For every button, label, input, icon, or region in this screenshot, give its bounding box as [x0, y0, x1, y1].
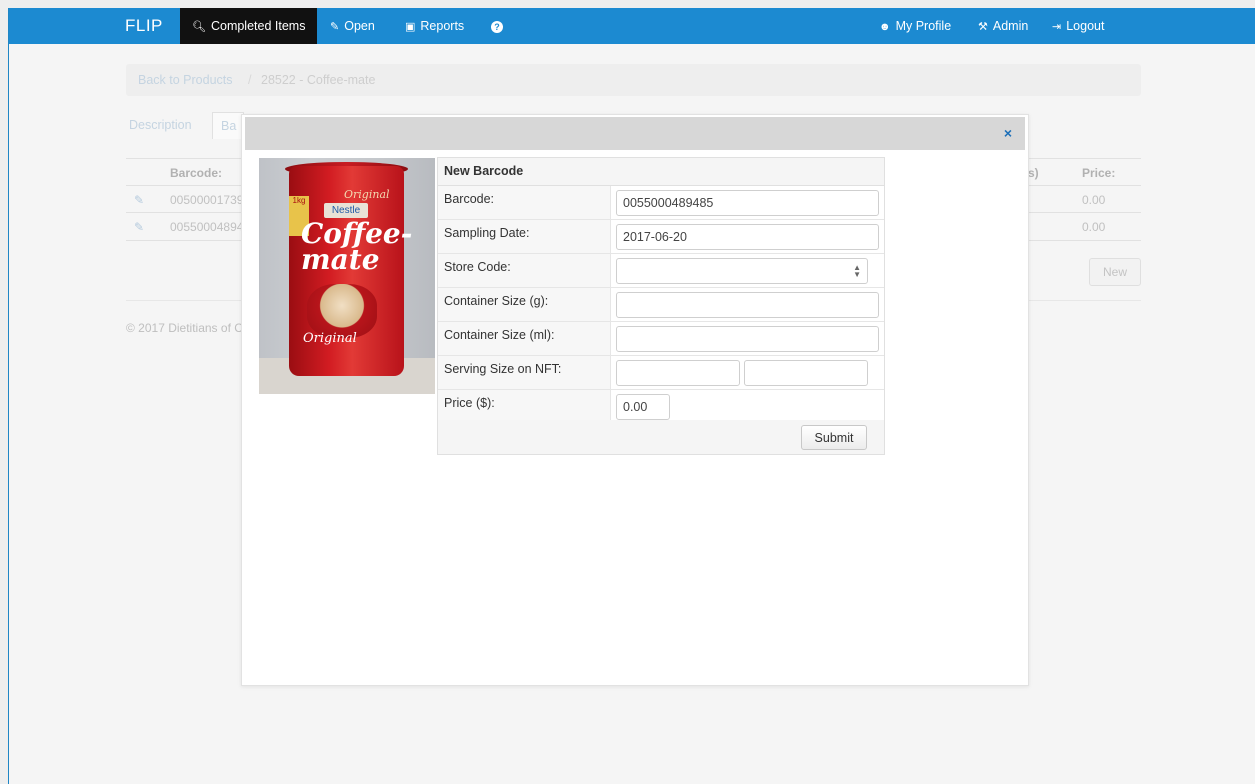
store-code-label: Store Code: [438, 254, 611, 287]
form-footer: Submit [438, 420, 884, 454]
brand-logo[interactable]: FLIP [125, 16, 163, 36]
price-input[interactable] [616, 394, 670, 420]
select-arrows-icon: ▲ ▼ [853, 263, 861, 279]
modal-header: × [245, 117, 1025, 150]
form-title: New Barcode [438, 158, 884, 186]
container-size-g-input[interactable] [616, 292, 879, 318]
store-code-label-text: Store Code: [444, 260, 511, 274]
edit-icon: ✎ [330, 21, 340, 33]
container-size-g-label: Container Size (g): [438, 288, 611, 321]
new-barcode-form: New Barcode Barcode: Sampling Date: Stor… [437, 157, 885, 455]
search-icon: 🔍︎ [192, 21, 206, 33]
container-size-g-label-text: Container Size (g): [444, 294, 549, 308]
nav-my-profile[interactable]: ☻ My Profile [879, 8, 951, 44]
price-label: Price ($): [438, 390, 611, 423]
logout-icon: ⇥ [1052, 21, 1062, 33]
barcode-input[interactable] [616, 190, 879, 216]
coffee-mate-can: 1kg Original Nestle Coffee-mate Original [289, 166, 412, 376]
container-size-ml-input[interactable] [616, 326, 879, 352]
nav-help[interactable]: ? [491, 8, 508, 44]
close-icon[interactable]: × [1004, 125, 1012, 141]
sampling-date-label: Sampling Date: [438, 220, 611, 253]
can-text-original-top: Original [344, 188, 390, 201]
submit-button[interactable]: Submit [801, 425, 867, 450]
barcode-label-text: Barcode: [444, 192, 495, 206]
wrench-icon: ⚒ [978, 21, 988, 33]
price-label-text: Price ($): [444, 396, 495, 410]
form-title-text: New Barcode [444, 164, 524, 178]
form-row-serving-size: Serving Size on NFT: [438, 356, 884, 390]
product-photo: 1kg Original Nestle Coffee-mate Original [259, 158, 435, 394]
serving-size-amount-input[interactable] [616, 360, 740, 386]
nav-admin[interactable]: ⚒ Admin [978, 8, 1028, 44]
nav-open-label: Open [344, 19, 375, 33]
nav-reports[interactable]: ▣ Reports [405, 8, 464, 44]
sampling-date-input[interactable] [616, 224, 879, 250]
form-row-store-code: Store Code: ▲ ▼ [438, 254, 884, 288]
nav-admin-label: Admin [992, 19, 1029, 33]
picture-icon: ▣ [405, 21, 416, 33]
form-row-price: Price ($): [438, 390, 884, 423]
form-row-container-size-g: Container Size (g): [438, 288, 884, 322]
question-icon: ? [491, 21, 503, 33]
can-text-product: Coffee-mate [301, 217, 413, 276]
user-icon: ☻ [879, 21, 891, 33]
sampling-date-label-text: Sampling Date: [444, 226, 530, 240]
new-barcode-modal: × 1kg Original Nestle Coffee-mate Origin… [241, 114, 1029, 686]
container-size-ml-label: Container Size (ml): [438, 322, 611, 355]
nav-completed-items[interactable]: 🔍︎ Completed Items [180, 8, 318, 44]
serving-size-label-text: Serving Size on NFT: [444, 362, 562, 376]
nav-my-profile-label: My Profile [895, 19, 952, 33]
can-text-brand: Nestle [324, 203, 368, 218]
form-row-barcode: Barcode: [438, 186, 884, 220]
form-row-sampling-date: Sampling Date: [438, 220, 884, 254]
app-frame: FLIP 🔍︎ Completed Items ✎ Open ▣ Reports ? … [8, 8, 1255, 784]
nav-completed-items-label: Completed Items [210, 19, 306, 33]
nav-open[interactable]: ✎ Open [330, 8, 375, 44]
serving-size-unit-input[interactable] [744, 360, 868, 386]
nav-reports-label: Reports [420, 19, 465, 33]
form-row-container-size-ml: Container Size (ml): [438, 322, 884, 356]
can-text-original-bottom: Original [303, 331, 357, 346]
serving-size-label: Serving Size on NFT: [438, 356, 611, 389]
nav-logout[interactable]: ⇥ Logout [1052, 8, 1104, 44]
top-navbar: FLIP 🔍︎ Completed Items ✎ Open ▣ Reports ? … [9, 8, 1255, 44]
nav-logout-label: Logout [1066, 19, 1105, 33]
store-code-select[interactable]: ▲ ▼ [616, 258, 868, 284]
can-cup-illustration [307, 284, 377, 338]
barcode-label: Barcode: [438, 186, 611, 219]
container-size-ml-label-text: Container Size (ml): [444, 328, 555, 342]
